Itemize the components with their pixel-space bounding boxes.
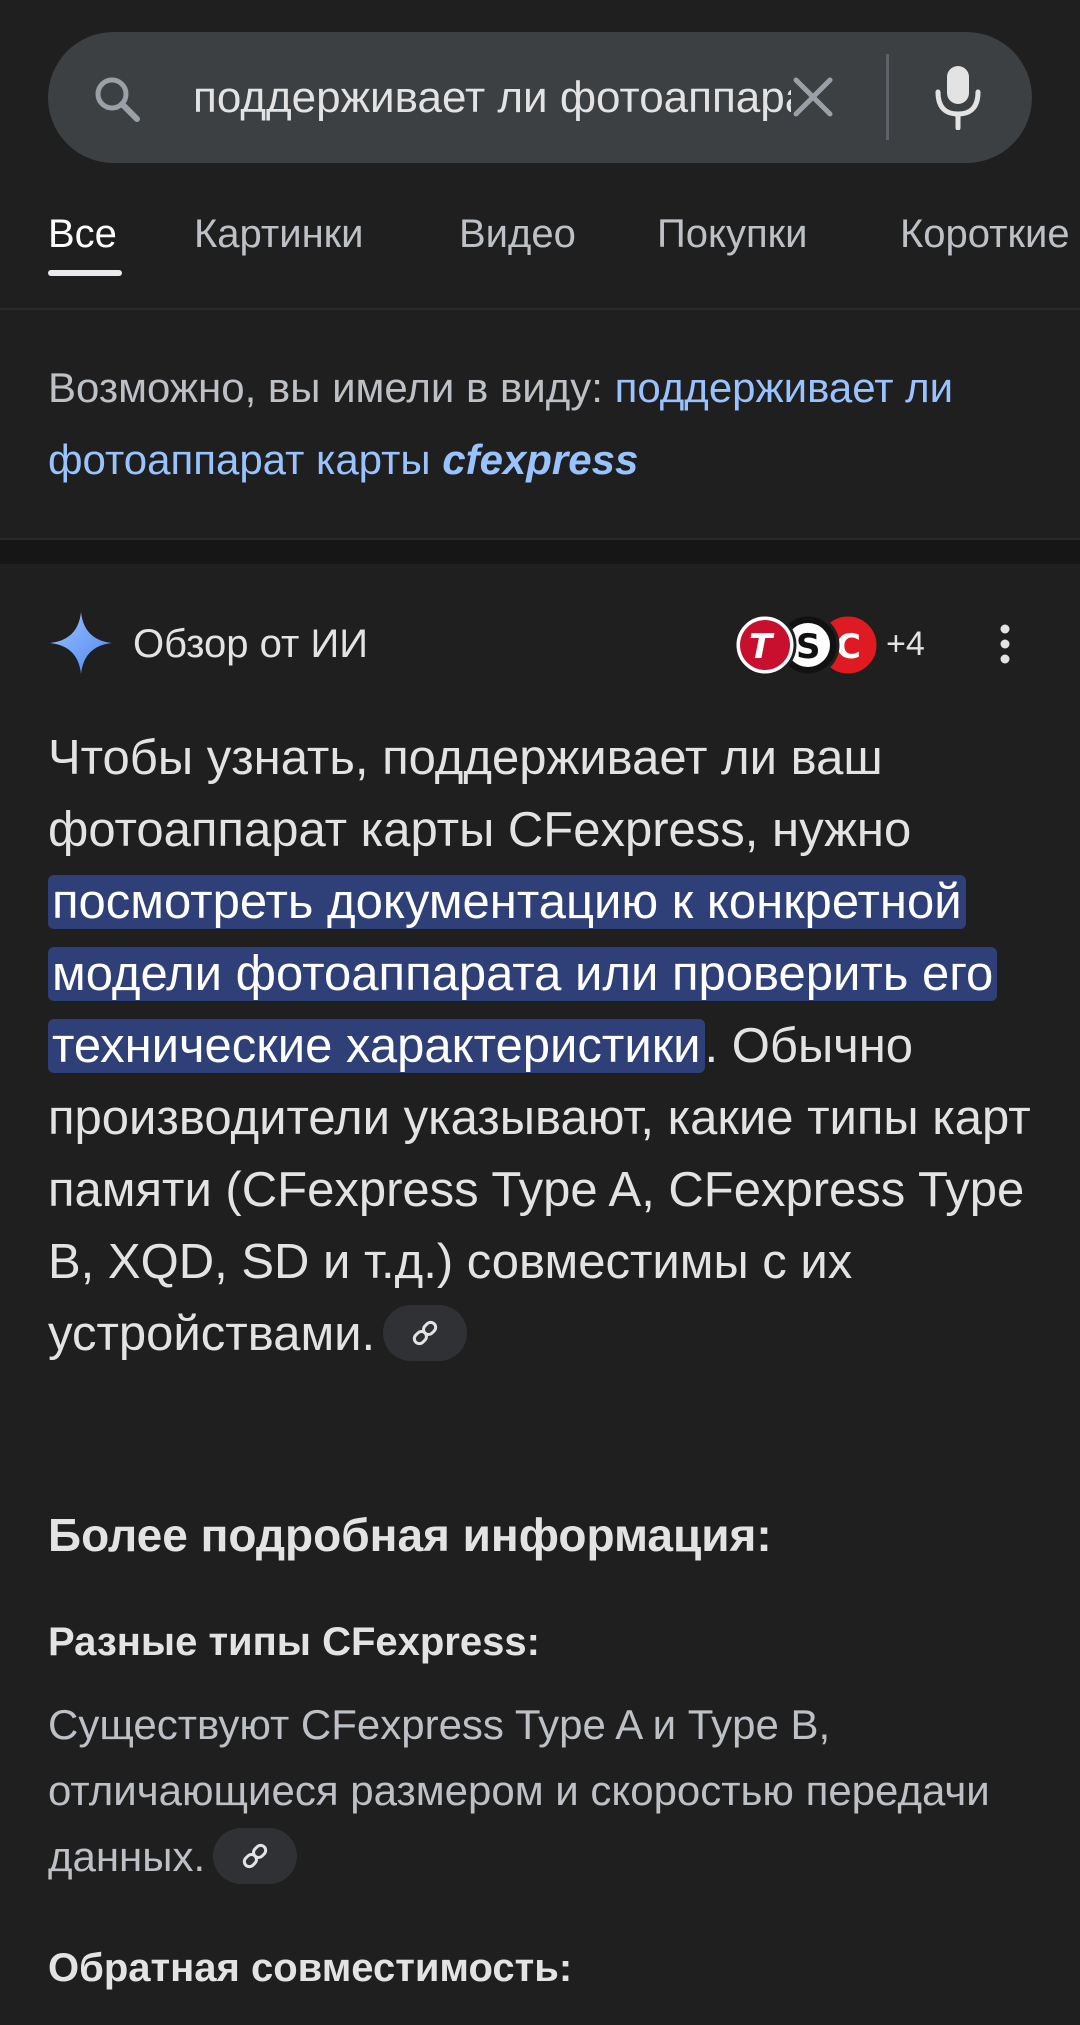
tab-shopping[interactable]: Покупки [657, 212, 807, 257]
search-tabs: Все Картинки Видео Покупки Короткие [0, 188, 1080, 310]
ai-overview-text: Чтобы узнать, поддерживает ли ваш фотоап… [48, 722, 1038, 1370]
link-icon [412, 1320, 438, 1346]
section-divider [0, 538, 1080, 564]
tab-videos[interactable]: Видео [459, 212, 576, 257]
source-logo-1-icon: T [733, 613, 797, 677]
overview-text-start: Чтобы узнать, поддерживает ли ваш фотоап… [48, 731, 912, 857]
citation-link-button[interactable] [383, 1305, 468, 1362]
tab-images[interactable]: Картинки [194, 212, 364, 257]
search-divider [886, 54, 889, 140]
svg-text:T: T [749, 627, 775, 667]
did-you-mean-prefix: Возможно, вы имели в виду: [48, 364, 603, 411]
search-icon [95, 77, 140, 122]
more-vert-icon[interactable] [990, 622, 1020, 666]
close-icon[interactable] [788, 72, 838, 122]
tab-shorts[interactable]: Короткие [900, 212, 1070, 257]
section-title-compat: Обратная совместимость: [48, 1946, 573, 1990]
microphone-icon[interactable] [932, 64, 984, 130]
active-tab-indicator [48, 270, 122, 276]
tab-all[interactable]: Все [48, 212, 117, 257]
svg-text:S: S [796, 627, 821, 667]
ai-overview-header: Обзор от ИИ C S T +4 [0, 600, 1080, 688]
section-text-types-body: Существуют CFexpress Type A и Type B, от… [48, 1701, 990, 1880]
link-icon [242, 1843, 268, 1869]
section-text-types: Существуют CFexpress Type A и Type B, от… [48, 1692, 1038, 1890]
search-bar[interactable]: поддерживает ли фотоаппарат [48, 32, 1032, 163]
source-logos[interactable]: C S T [732, 612, 882, 678]
more-info-heading: Более подробная информация: [48, 1509, 772, 1561]
section-title-types: Разные типы CFexpress: [48, 1620, 540, 1664]
svg-text:C: C [836, 627, 861, 667]
ai-sparkle-icon [50, 612, 112, 674]
suggestion-emphasis: cfexpress [442, 436, 639, 483]
ai-overview-title: Обзор от ИИ [133, 622, 368, 666]
search-input[interactable]: поддерживает ли фотоаппарат [193, 32, 791, 163]
did-you-mean: Возможно, вы имели в виду: поддерживает … [48, 352, 1028, 496]
citation-link-button[interactable] [213, 1827, 298, 1884]
source-count[interactable]: +4 [886, 600, 925, 688]
